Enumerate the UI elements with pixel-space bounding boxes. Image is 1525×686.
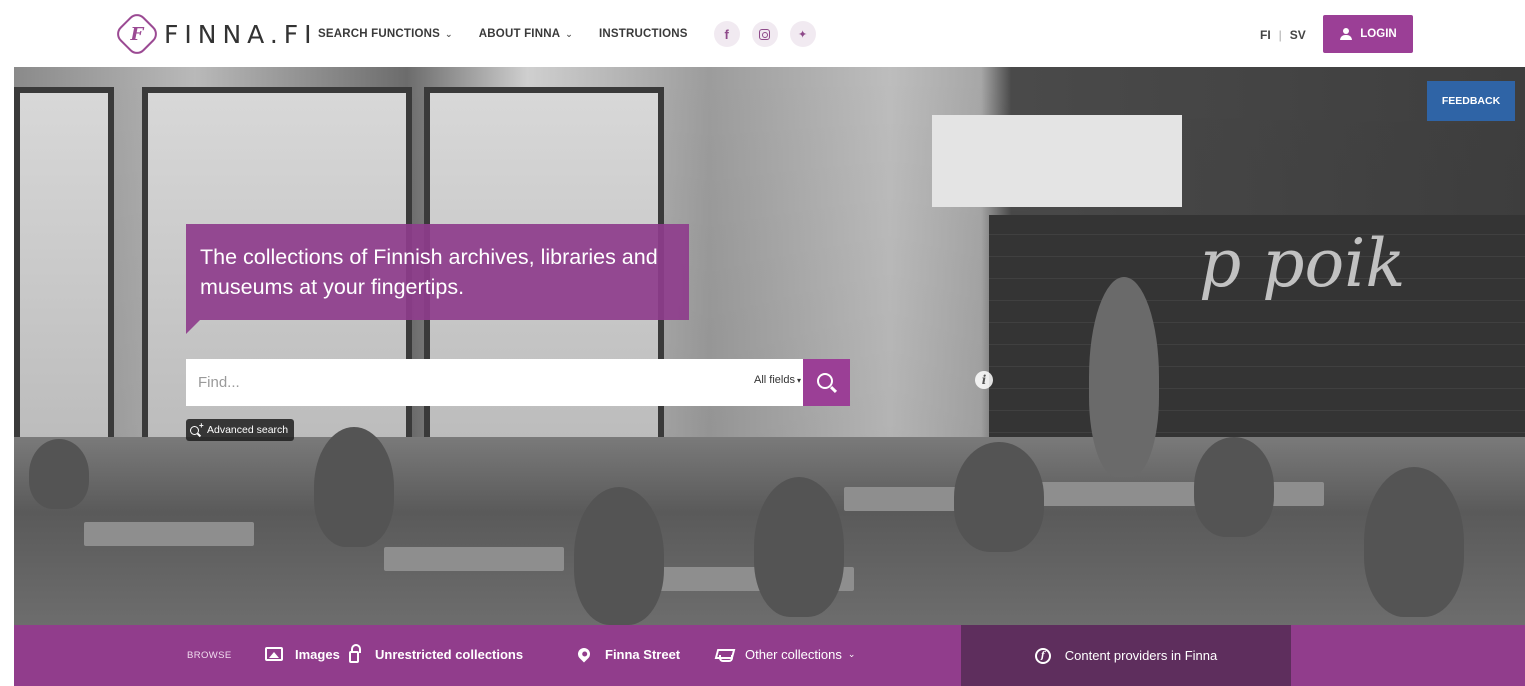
chalkboard-writing: p poik bbox=[1199, 225, 1406, 302]
browse-other-collections[interactable]: Other collections ⌄ bbox=[714, 644, 855, 664]
browse-finna-street-label: Finna Street bbox=[605, 646, 681, 662]
hero-tagline: The collections of Finnish archives, lib… bbox=[186, 224, 689, 334]
hero-banner: p poik bbox=[14, 67, 1525, 625]
finna-badge-icon: f bbox=[1034, 647, 1051, 664]
hero-photo-desk bbox=[384, 547, 564, 571]
image-info-icon[interactable]: i bbox=[975, 371, 993, 389]
hero-photo-child bbox=[754, 477, 844, 617]
language-switcher: FI | SV bbox=[1260, 28, 1306, 42]
hero-photo-teacher bbox=[1089, 277, 1159, 477]
hero-photo-window bbox=[14, 87, 114, 447]
lang-fi[interactable]: FI bbox=[1260, 28, 1271, 42]
browse-other-collections-label: Other collections bbox=[745, 646, 842, 662]
nav-instructions-label: INSTRUCTIONS bbox=[598, 28, 688, 40]
content-providers-link[interactable]: f Content providers in Finna bbox=[961, 625, 1291, 686]
hero-photo-child bbox=[954, 442, 1044, 552]
advanced-search-label: Advanced search bbox=[207, 424, 289, 436]
site-header: F FINNA.FI SEARCH FUNCTIONS ⌄ ABOUT FINN… bbox=[0, 0, 1525, 67]
hero-photo-screen bbox=[932, 115, 1182, 207]
lang-divider: | bbox=[1278, 28, 1282, 42]
browse-unrestricted-label: Unrestricted collections bbox=[375, 646, 524, 662]
nav-about-finna[interactable]: ABOUT FINNA ⌄ bbox=[479, 28, 573, 40]
nav-search-functions-label: SEARCH FUNCTIONS bbox=[318, 28, 441, 40]
hero-photo-child bbox=[1364, 467, 1464, 617]
unlock-icon bbox=[349, 643, 361, 663]
hero-photo-child bbox=[314, 427, 394, 547]
login-button[interactable]: LOGIN bbox=[1323, 15, 1413, 53]
feedback-button[interactable]: FEEDBACK bbox=[1427, 81, 1515, 121]
graduation-cap-icon bbox=[715, 649, 733, 662]
browse-images[interactable]: Images bbox=[264, 644, 340, 664]
chevron-down-icon: ▾ bbox=[796, 375, 801, 385]
search-input[interactable] bbox=[186, 359, 706, 406]
chevron-down-icon: ⌄ bbox=[847, 648, 856, 659]
search-box: All fields ▾ bbox=[186, 359, 803, 406]
browse-bar: BROWSE Images Unrestricted collections F… bbox=[14, 625, 1525, 686]
hero-photo-chalkboard: p poik bbox=[989, 215, 1525, 455]
map-pin-icon bbox=[575, 645, 593, 663]
hero-photo-desk bbox=[1024, 482, 1324, 506]
search-field-select-label: All fields bbox=[754, 374, 795, 386]
hero-photo-child bbox=[574, 487, 664, 625]
user-icon bbox=[1339, 28, 1353, 40]
search-field-select[interactable]: All fields ▾ bbox=[754, 374, 801, 386]
logo-text: FINNA.FI bbox=[164, 19, 318, 49]
hero-photo-desk bbox=[84, 522, 254, 546]
instagram-icon[interactable] bbox=[751, 21, 778, 47]
browse-unrestricted-collections[interactable]: Unrestricted collections bbox=[344, 643, 524, 664]
twitter-icon[interactable]: ✦ bbox=[789, 21, 816, 47]
chevron-down-icon: ⌄ bbox=[565, 28, 573, 39]
finna-logo[interactable]: F FINNA.FI bbox=[112, 9, 318, 59]
main-nav: SEARCH FUNCTIONS ⌄ ABOUT FINNA ⌄ INSTRUC… bbox=[318, 21, 828, 47]
search-button[interactable] bbox=[803, 359, 850, 406]
lang-sv[interactable]: SV bbox=[1290, 28, 1306, 42]
advanced-search-link[interactable]: Advanced search bbox=[186, 419, 295, 441]
nav-search-functions[interactable]: SEARCH FUNCTIONS ⌄ bbox=[318, 28, 453, 40]
search-icon bbox=[817, 373, 833, 389]
browse-images-label: Images bbox=[295, 646, 340, 662]
facebook-icon[interactable]: f bbox=[713, 21, 740, 47]
image-icon bbox=[265, 647, 283, 661]
browse-finna-street[interactable]: Finna Street bbox=[574, 644, 680, 664]
chevron-down-icon: ⌄ bbox=[445, 28, 453, 39]
finna-logo-icon: F bbox=[112, 9, 162, 59]
content-providers-label: Content providers in Finna bbox=[1064, 648, 1218, 663]
browse-label: BROWSE bbox=[187, 650, 232, 661]
login-label: LOGIN bbox=[1360, 28, 1397, 40]
advanced-search-icon bbox=[190, 421, 204, 435]
hero-photo-child bbox=[29, 439, 89, 509]
hero-photo-child bbox=[1194, 437, 1274, 537]
nav-about-finna-label: ABOUT FINNA bbox=[478, 28, 561, 40]
nav-instructions[interactable]: INSTRUCTIONS bbox=[599, 28, 688, 40]
